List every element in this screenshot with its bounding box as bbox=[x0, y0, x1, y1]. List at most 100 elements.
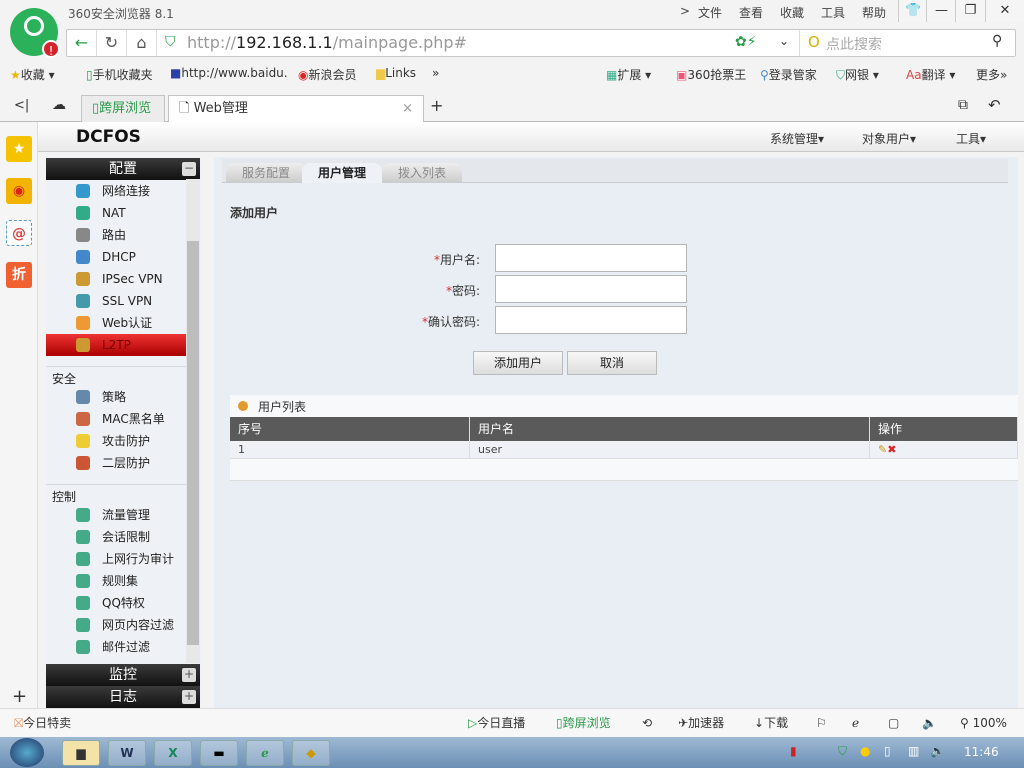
download-button[interactable]: ↓下载 bbox=[754, 709, 788, 737]
menu-app-tools[interactable]: 工具▾ bbox=[956, 130, 986, 147]
tray-network-icon[interactable]: ▥ bbox=[908, 744, 919, 758]
collapse-icon[interactable]: − bbox=[182, 162, 196, 176]
back-button[interactable]: ← bbox=[67, 30, 97, 56]
volume-icon[interactable]: 🔈 bbox=[922, 709, 937, 737]
menu-objects[interactable]: 对象用户▾ bbox=[862, 130, 916, 147]
tab-dialin-list[interactable]: 拨入列表 bbox=[382, 163, 463, 183]
bookmark-mobile[interactable]: ▯手机收藏夹 bbox=[86, 66, 153, 83]
username-input[interactable] bbox=[495, 244, 687, 272]
nav-item[interactable]: 邮件过滤 bbox=[46, 636, 186, 658]
nav-item[interactable]: MAC黑名单 bbox=[46, 408, 186, 430]
skin-button[interactable]: 👕 bbox=[898, 0, 928, 22]
new-tab-icon[interactable]: + bbox=[430, 96, 443, 115]
search-icon[interactable]: ⚲ bbox=[992, 33, 1002, 49]
menu-tools[interactable]: 工具 bbox=[821, 4, 845, 21]
cancel-button[interactable]: 取消 bbox=[567, 351, 657, 375]
discount-icon[interactable]: 折 bbox=[6, 262, 32, 288]
nav-item[interactable]: 网页内容过滤 bbox=[46, 614, 186, 636]
tool-translate[interactable]: Aa翻译 ▾ bbox=[906, 66, 955, 83]
nav-item[interactable]: SSL VPN bbox=[46, 290, 186, 312]
expand-icon[interactable]: + bbox=[182, 668, 196, 682]
url-input[interactable]: http://192.168.1.1/mainpage.php# bbox=[187, 33, 467, 52]
delete-icon[interactable]: ✖ bbox=[887, 443, 896, 456]
taskbar-explorer[interactable]: ▆ bbox=[62, 740, 100, 766]
weibo-icon[interactable]: ◉ bbox=[6, 178, 32, 204]
minimize-button[interactable]: — bbox=[926, 0, 956, 22]
menu-view[interactable]: 查看 bbox=[739, 4, 763, 21]
close-tab-icon[interactable]: × bbox=[402, 96, 413, 122]
speed-icon[interactable]: ✿⚡ bbox=[735, 34, 757, 50]
nav-item[interactable]: 网络连接 bbox=[46, 180, 186, 202]
nav-item[interactable]: L2TP bbox=[46, 334, 186, 356]
menu-file[interactable]: 文件 bbox=[698, 4, 722, 21]
menu-help[interactable]: 帮助 bbox=[862, 4, 886, 21]
tool-bank[interactable]: ⛉网银 ▾ bbox=[836, 66, 879, 83]
tool-login[interactable]: ⚲登录管家 bbox=[760, 66, 817, 83]
live-button[interactable]: ▷今日直播 bbox=[468, 709, 525, 737]
nav-header-config[interactable]: 配置 − bbox=[46, 158, 200, 180]
tool-tickets[interactable]: ▣360抢票王 bbox=[676, 66, 746, 83]
taskbar-browser[interactable]: ℯ bbox=[246, 740, 284, 766]
scrollbar-thumb[interactable] bbox=[187, 241, 199, 645]
close-button[interactable]: ✕ bbox=[985, 0, 1024, 22]
start-button[interactable] bbox=[10, 738, 44, 767]
dropdown-icon[interactable]: ⌄ bbox=[779, 34, 789, 48]
cross-screen-button[interactable]: ▯跨屏浏览 bbox=[556, 709, 611, 737]
nav-item[interactable]: 规则集 bbox=[46, 570, 186, 592]
bookmark-more[interactable]: » bbox=[432, 66, 439, 80]
nav-item[interactable]: IPSec VPN bbox=[46, 268, 186, 290]
tab-web-admin[interactable]: 🗋 Web管理 × bbox=[168, 95, 424, 123]
mail-icon[interactable]: @ bbox=[6, 220, 32, 246]
browser-logo[interactable]: ! bbox=[10, 8, 60, 58]
cloud-icon[interactable]: ☁ bbox=[52, 97, 66, 113]
nav-item[interactable]: 上网行为审计 bbox=[46, 548, 186, 570]
bookmark-links[interactable]: ▆Links bbox=[376, 66, 416, 80]
sidebar-toggle-icon[interactable]: <| bbox=[14, 98, 29, 113]
accelerator-button[interactable]: ✈加速器 bbox=[678, 709, 724, 737]
nav-item[interactable]: Web认证 bbox=[46, 312, 186, 334]
nav-item[interactable]: NAT bbox=[46, 202, 186, 224]
flag-icon[interactable]: ⚐ bbox=[816, 709, 827, 737]
add-icon[interactable]: + bbox=[12, 686, 27, 707]
restore-tabs-icon[interactable]: ⧉ bbox=[958, 97, 968, 113]
clock[interactable]: 11:46 bbox=[964, 745, 999, 759]
nav-item[interactable]: DHCP bbox=[46, 246, 186, 268]
nav-scrollbar[interactable] bbox=[186, 179, 200, 663]
add-user-button[interactable]: 添加用户 bbox=[473, 351, 563, 375]
tab-service-config[interactable]: 服务配置 bbox=[226, 163, 307, 183]
menu-system[interactable]: 系统管理▾ bbox=[770, 130, 824, 147]
nav-item[interactable]: 会话限制 bbox=[46, 526, 186, 548]
tab-cross-screen[interactable]: ▯跨屏浏览 bbox=[81, 95, 165, 123]
taskbar-app[interactable]: ◆ bbox=[292, 740, 330, 766]
edit-icon[interactable]: ✎ bbox=[878, 443, 887, 456]
undo-icon[interactable]: ↶ bbox=[988, 96, 1001, 114]
tray-lock-icon[interactable]: ● bbox=[860, 744, 870, 758]
nav-item[interactable]: 策略 bbox=[46, 386, 186, 408]
password-input[interactable] bbox=[495, 275, 687, 303]
favorites-star-icon[interactable]: ★ bbox=[6, 136, 32, 162]
nav-header-monitor[interactable]: 监控 + bbox=[46, 664, 200, 686]
history-icon[interactable]: ⟲ bbox=[642, 709, 652, 737]
nav-item[interactable]: 路由 bbox=[46, 224, 186, 246]
tray-shield-icon[interactable]: ⛉ bbox=[838, 744, 847, 759]
expand-icon[interactable]: + bbox=[182, 690, 196, 704]
search-box[interactable]: O 点此搜索 ⚲ bbox=[799, 30, 1015, 56]
menu-expand[interactable]: > bbox=[680, 4, 690, 18]
nav-item[interactable]: 二层防护 bbox=[46, 452, 186, 474]
bookmark-baidu[interactable]: ■http://www.baidu. bbox=[170, 66, 288, 80]
tab-user-management[interactable]: 用户管理 bbox=[302, 163, 383, 183]
zoom-level[interactable]: ⚲ 100% bbox=[960, 709, 1007, 737]
bookmark-favorites[interactable]: ★收藏 ▾ bbox=[10, 66, 55, 83]
taskbar-word[interactable]: W bbox=[108, 740, 146, 766]
tray-icon[interactable]: ▮ bbox=[790, 744, 797, 758]
tray-volume-icon[interactable]: 🔈 bbox=[930, 744, 945, 758]
menu-favorites[interactable]: 收藏 bbox=[780, 4, 804, 21]
taskbar-cmd[interactable]: ▬ bbox=[200, 740, 238, 766]
tool-more[interactable]: 更多» bbox=[976, 66, 1007, 83]
taskbar-excel[interactable]: X bbox=[154, 740, 192, 766]
tray-power-icon[interactable]: ▯ bbox=[884, 744, 891, 758]
confirm-password-input[interactable] bbox=[495, 306, 687, 334]
reload-button[interactable]: ↻ bbox=[97, 30, 127, 56]
today-sale[interactable]: ⛝今日特卖 bbox=[14, 709, 71, 737]
window-icon[interactable]: ▢ bbox=[888, 709, 899, 737]
